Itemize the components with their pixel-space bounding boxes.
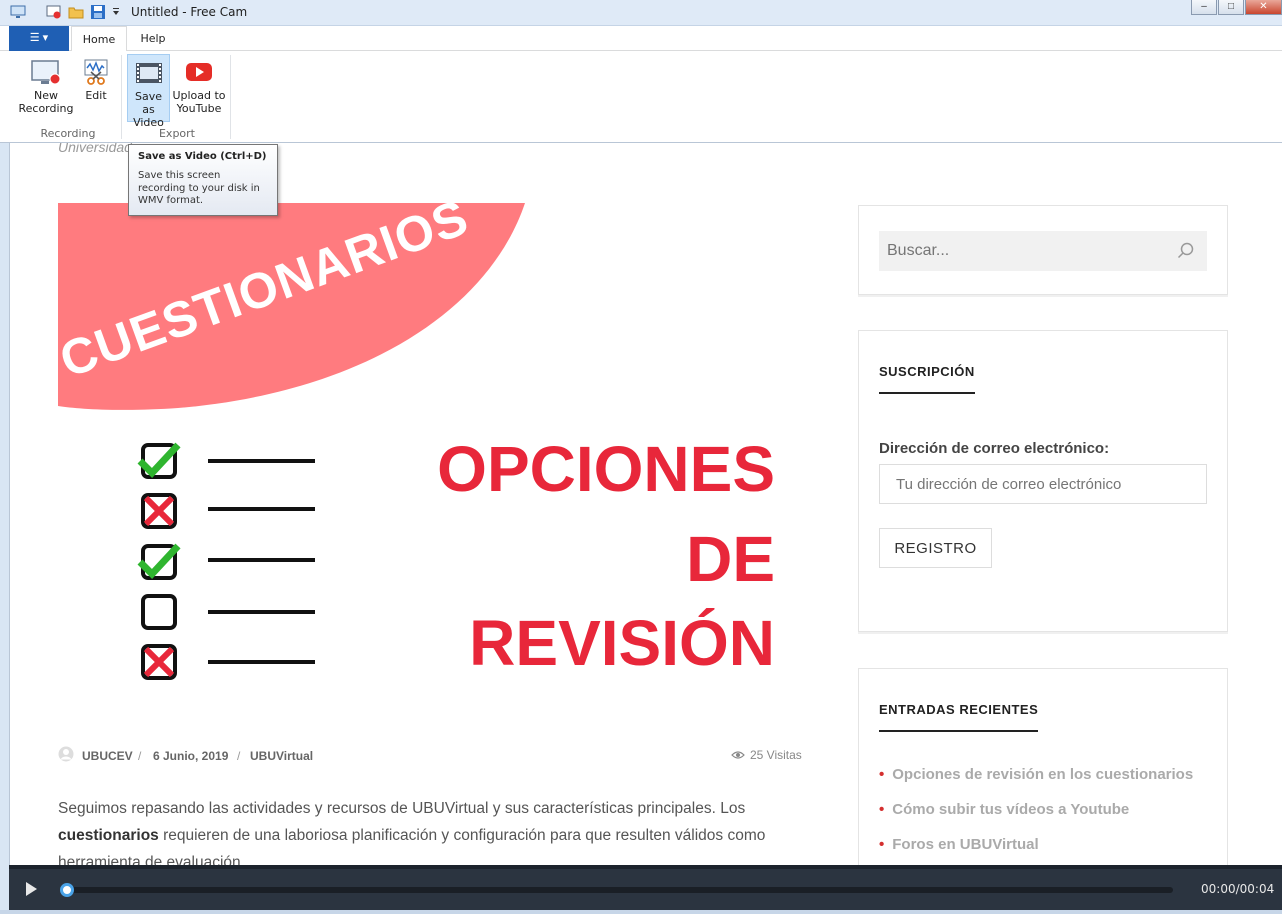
post-category[interactable]: UBUVirtual: [250, 749, 313, 763]
menu-icon: ☰ ▾: [29, 32, 49, 44]
recording-canvas: Universidad CUESTIONARIOS OPCIONES DE RE…: [9, 143, 1282, 865]
hero-line-de: DE: [686, 523, 775, 595]
recent-posts-widget: ENTRADAS RECIENTES • Opciones de revisión…: [858, 668, 1228, 865]
window-title: Untitled - Free Cam: [131, 5, 248, 19]
save-as-video-label-1: Save as: [134, 90, 162, 116]
tab-home[interactable]: Home: [71, 26, 127, 52]
search-box: [879, 231, 1207, 271]
subscription-widget: SUSCRIPCIÓN Dirección de correo electrón…: [858, 330, 1228, 632]
upload-youtube-button[interactable]: Upload to YouTube: [171, 54, 227, 122]
search-widget: [858, 205, 1228, 295]
recent-post-link[interactable]: Opciones de revisión en los cuestionario…: [892, 766, 1193, 783]
file-menu-button[interactable]: ☰ ▾: [9, 26, 69, 51]
eye-icon: [731, 751, 745, 759]
post-views: 25 Visitas: [750, 748, 802, 762]
new-recording-icon: [31, 60, 61, 85]
ribbon-tab-bar: ☰ ▾ Home Help: [0, 26, 1282, 52]
edit-label: Edit: [85, 89, 107, 102]
recent-post-item[interactable]: • Opciones de revisión en los cuestionari…: [879, 766, 1193, 783]
save-as-video-button[interactable]: Save as Video: [127, 54, 170, 129]
email-label: Dirección de correo electrónico:: [879, 440, 1110, 457]
play-icon[interactable]: [23, 881, 39, 897]
group-separator: [121, 55, 122, 139]
close-button[interactable]: ✕: [1245, 0, 1282, 15]
group-label-export: Export: [158, 127, 195, 140]
recent-posts-title: ENTRADAS RECIENTES: [879, 702, 1039, 732]
record-quick-icon[interactable]: [46, 4, 62, 20]
tab-help[interactable]: Help: [131, 26, 175, 51]
new-recording-label-1: New: [34, 89, 58, 102]
seek-track[interactable]: [62, 887, 1173, 893]
body-text-part2: requieren de una laboriosa planificación…: [58, 827, 766, 865]
recent-post-item[interactable]: • Cómo subir tus vídeos a Youtube: [879, 801, 1129, 818]
bullet-icon: •: [879, 801, 885, 818]
save-disk-icon[interactable]: [90, 4, 106, 20]
youtube-icon: [186, 63, 212, 81]
bullet-icon: •: [879, 836, 885, 853]
cross-icon: [143, 646, 175, 678]
checkmark-icon: [137, 442, 181, 479]
group-separator: [230, 55, 231, 139]
cross-icon: [143, 495, 175, 527]
tooltip-body: Save this screen recording to your disk …: [138, 170, 260, 206]
recent-post-item[interactable]: • Foros en UBUVirtual: [879, 836, 1039, 853]
subscription-title: SUSCRIPCIÓN: [879, 364, 975, 394]
author-avatar-icon: [58, 746, 74, 762]
playback-bar: 00:00/00:04: [9, 865, 1282, 910]
free-cam-window: Untitled - Free Cam – □ ✕ ☰ ▾ Home Help …: [0, 0, 1282, 914]
cut-off-text: Universidad: [58, 143, 132, 155]
hero-line-revision: REVISIÓN: [469, 607, 775, 679]
meta-separator: /: [138, 749, 142, 763]
recent-post-link[interactable]: Foros en UBUVirtual: [892, 836, 1038, 853]
recent-post-link[interactable]: Cómo subir tus vídeos a Youtube: [892, 801, 1129, 818]
post-author[interactable]: UBUCEV: [82, 749, 133, 763]
new-recording-label-2: Recording: [18, 102, 74, 115]
new-recording-button[interactable]: New Recording: [14, 54, 78, 122]
post-date[interactable]: 6 Junio, 2019: [153, 749, 228, 763]
checkbox-icon: [141, 594, 177, 630]
bottom-frame-strip: [0, 910, 1282, 914]
film-strip-icon: [135, 63, 162, 83]
meta-separator: /: [237, 749, 241, 763]
checkmark-icon: [137, 543, 181, 580]
group-label-recording: Recording: [40, 127, 96, 140]
post-body: Seguimos repasando las actividades y rec…: [58, 795, 818, 865]
hero-line-opciones: OPCIONES: [437, 433, 775, 505]
ribbon-panel: New Recording Edit Recording Save as Vid…: [0, 51, 1282, 143]
bullet-icon: •: [879, 766, 885, 783]
title-bar: Untitled - Free Cam – □ ✕: [0, 0, 1282, 26]
upload-youtube-label-2: YouTube: [176, 102, 222, 115]
email-field[interactable]: [879, 464, 1207, 504]
upload-youtube-label-1: Upload to: [172, 89, 226, 102]
left-frame-strip: [0, 143, 9, 865]
register-button[interactable]: REGISTRO: [879, 528, 992, 568]
seek-thumb[interactable]: [60, 883, 74, 897]
post-hero-image: CUESTIONARIOS OPCIONES DE REVISIÓN: [58, 203, 775, 680]
search-input[interactable]: [879, 231, 1207, 271]
edit-scissors-icon: [84, 59, 108, 85]
open-folder-icon[interactable]: [68, 4, 84, 20]
body-text-bold: cuestionarios: [58, 827, 159, 844]
save-as-video-tooltip: Save as Video (Ctrl+D) Save this screen …: [128, 144, 278, 216]
edit-button[interactable]: Edit: [78, 54, 114, 122]
checklist-graphic: [137, 442, 315, 680]
search-icon[interactable]: [1177, 242, 1195, 260]
customize-toolbar-icon[interactable]: [112, 4, 120, 20]
maximize-button[interactable]: □: [1218, 0, 1244, 15]
app-monitor-icon: [10, 5, 26, 18]
tooltip-title: Save as Video (Ctrl+D): [138, 151, 267, 162]
body-text-part1: Seguimos repasando las actividades y rec…: [58, 800, 746, 817]
timecode: 00:00/00:04: [1201, 882, 1275, 896]
minimize-button[interactable]: –: [1191, 0, 1217, 15]
